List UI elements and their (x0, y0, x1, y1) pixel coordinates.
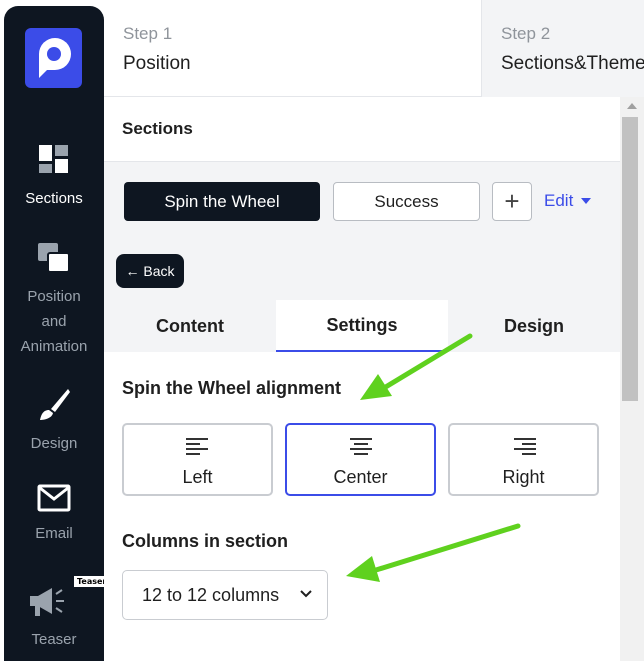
add-section-button[interactable]: + (492, 182, 532, 221)
step-number: Step 2 (501, 24, 551, 43)
sidebar-item-design[interactable]: Design (4, 387, 104, 456)
annotation-arrow-icon (360, 333, 473, 400)
align-option-label: Left (182, 467, 213, 487)
chevron-down-icon (300, 590, 312, 598)
columns-label: Columns in section (122, 531, 289, 551)
section-tab-spin-the-wheel[interactable]: Spin the Wheel (124, 182, 320, 221)
back-button[interactable]: ← Back (116, 254, 184, 288)
align-right-icon (512, 438, 536, 458)
section-tab-success[interactable]: Success (333, 182, 480, 221)
align-option-label: Center (333, 467, 388, 487)
sections-header: Sections (104, 97, 620, 162)
brand-logo-icon[interactable] (25, 28, 82, 88)
columns-select-value: 12 to 12 columns (142, 585, 280, 605)
step-name: Sections&Theme (501, 53, 644, 74)
sidebar-item-sections[interactable]: Sections (4, 144, 104, 211)
alignment-label: Spin the Wheel alignment (122, 378, 342, 398)
envelope-icon (37, 484, 71, 512)
align-option-label: Right (502, 467, 545, 487)
sidebar-item-position[interactable]: Position and Animation (4, 242, 104, 359)
brush-icon (40, 389, 70, 420)
align-right-button[interactable]: Right (448, 423, 599, 496)
columns-select[interactable]: 12 to 12 columns (122, 570, 328, 620)
step-2[interactable]: Step 2 Sections&Theme (481, 0, 644, 97)
step-number: Step 1 (123, 24, 173, 43)
megaphone-icon (30, 588, 64, 616)
sidebar-item-label: Animation (20, 338, 88, 355)
sidebar-item-label: and (41, 313, 67, 330)
edit-label: Edit (544, 191, 574, 210)
tab-content[interactable]: Content (104, 300, 276, 352)
step-name: Position (123, 53, 191, 74)
divider (481, 0, 482, 97)
steps-header: Step 1 Position Step 2 Sections&Theme (104, 0, 644, 97)
position-icon (38, 243, 70, 273)
scroll-up-icon[interactable] (627, 103, 637, 109)
sidebar-item-teaser[interactable]: Teaser Teaser (4, 576, 110, 652)
sidebar-item-email[interactable]: Email (4, 484, 104, 546)
step-1[interactable]: Step 1 Position (123, 0, 481, 97)
back-area: ← Back (104, 240, 620, 300)
align-center-button[interactable]: Center (285, 423, 436, 496)
sidebar-item-label: Design (30, 435, 78, 452)
align-left-button[interactable]: Left (122, 423, 273, 496)
caret-down-icon (581, 198, 592, 204)
sidebar: Sections Position and Animation Design E… (4, 6, 110, 661)
sections-icon (39, 145, 68, 173)
sidebar-item-label: Teaser (31, 631, 77, 648)
annotation-arrow-icon (346, 523, 521, 582)
sidebar-item-label: Position (27, 288, 81, 305)
scrollbar[interactable] (620, 97, 644, 661)
align-left-icon (185, 438, 210, 458)
scroll-thumb[interactable] (622, 117, 638, 401)
align-center-icon (349, 438, 373, 458)
panel-title: Sections (122, 119, 193, 138)
section-tabs: Spin the Wheel Success + Edit (104, 162, 620, 240)
sidebar-item-label: Sections (25, 190, 83, 207)
sidebar-item-label: Email (35, 525, 73, 542)
edit-dropdown[interactable]: Edit (544, 191, 592, 211)
